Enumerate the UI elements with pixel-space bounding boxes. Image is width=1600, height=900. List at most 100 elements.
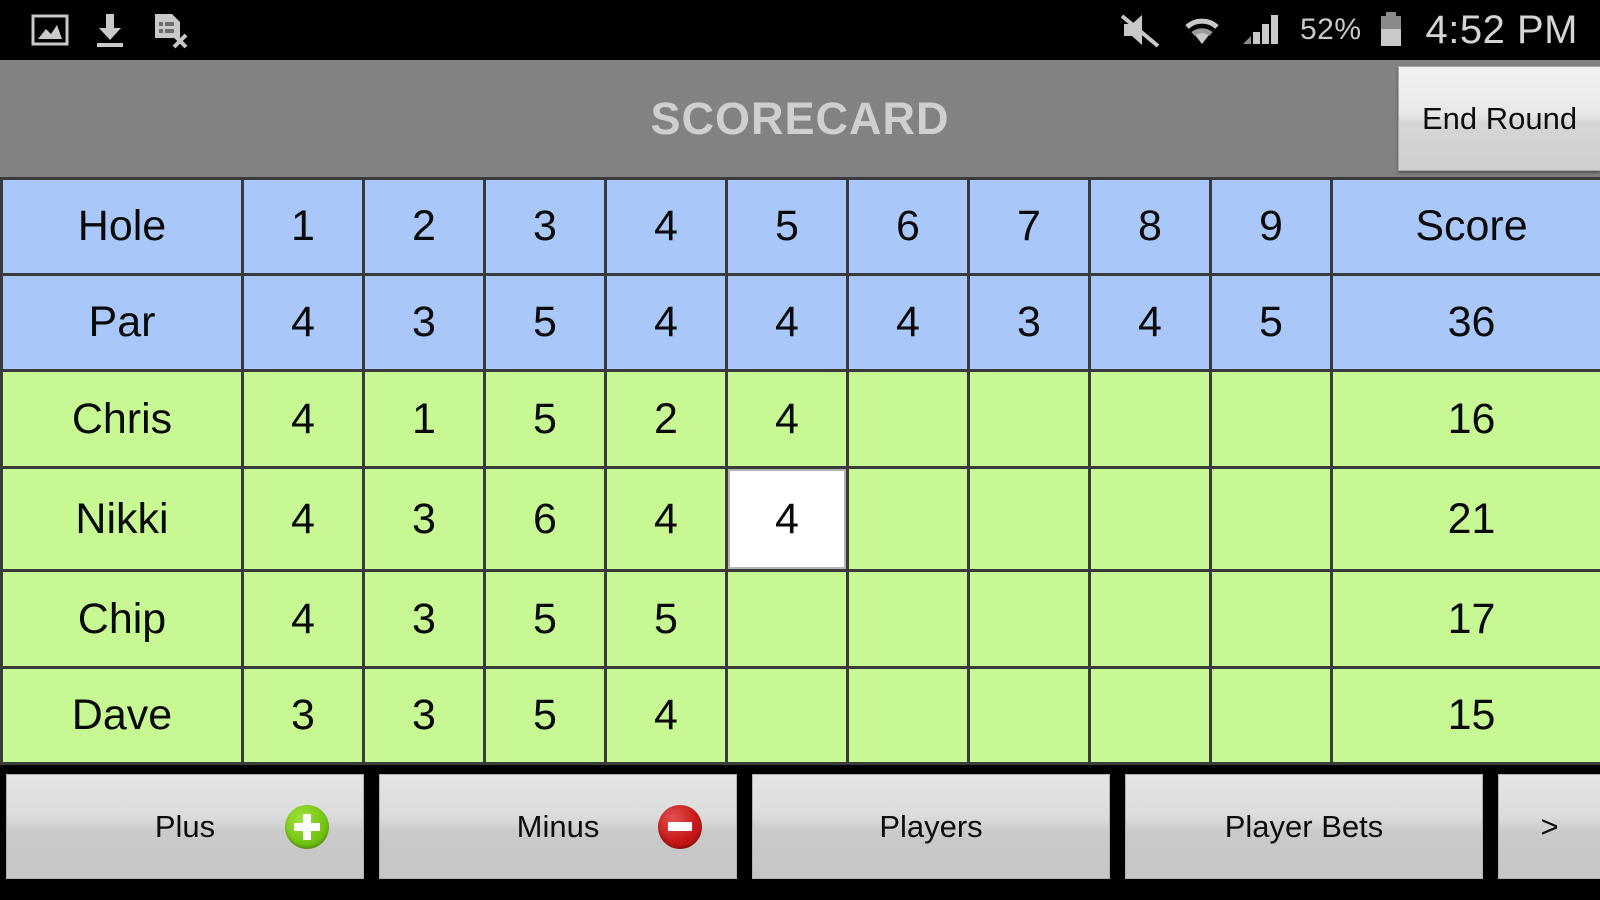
hole-number-5[interactable]: 5 (728, 180, 846, 274)
player-name-nikki[interactable]: Nikki (3, 468, 241, 570)
hole-number-6[interactable]: 6 (849, 180, 967, 274)
score-cell-dave-hole-1[interactable]: 3 (244, 668, 362, 762)
mute-icon (1120, 14, 1160, 48)
score-cell-dave-hole-5[interactable] (728, 668, 846, 762)
score-cell-chris-hole-1[interactable]: 4 (244, 372, 362, 466)
score-cell-dave-hole-2[interactable]: 3 (365, 668, 483, 762)
score-cell-nikki-hole-9[interactable] (1212, 468, 1330, 570)
score-cell-chip-hole-3[interactable]: 5 (486, 572, 604, 666)
par-cell-hole-7[interactable]: 3 (970, 276, 1088, 370)
score-cell-dave-hole-9[interactable] (1212, 668, 1330, 762)
score-cell-chip-hole-8[interactable] (1091, 572, 1209, 666)
status-bar: 52% 4:52 PM (0, 0, 1600, 60)
par-cell-hole-1[interactable]: 4 (244, 276, 362, 370)
table-row-player: Chip 4 3 5 5 17 (3, 572, 1600, 666)
score-cell-chris-hole-3[interactable]: 5 (486, 372, 604, 466)
hole-number-1[interactable]: 1 (244, 180, 362, 274)
table-row-player: Dave 3 3 5 4 15 (3, 668, 1600, 762)
score-cell-chip-hole-1[interactable]: 4 (244, 572, 362, 666)
players-button-label: Players (879, 808, 983, 844)
document-removed-icon (155, 14, 188, 49)
plus-icon-wrap (285, 804, 329, 849)
screenshot-image-icon (31, 14, 69, 46)
battery-percent-label: 52% (1299, 13, 1362, 46)
minus-button[interactable]: Minus (379, 774, 737, 879)
end-round-button[interactable]: End Round (1398, 66, 1600, 171)
score-cell-chip-hole-5[interactable] (728, 572, 846, 666)
score-cell-chip-hole-4[interactable]: 5 (607, 572, 725, 666)
table-row-hole-header: Hole 1 2 3 4 5 6 7 8 9 Score (3, 180, 1600, 274)
score-cell-nikki-hole-4[interactable]: 4 (607, 468, 725, 570)
score-cell-chris-hole-5[interactable]: 4 (728, 372, 846, 466)
player-total-chip: 17 (1333, 572, 1600, 666)
score-cell-nikki-hole-5[interactable]: 4 (728, 468, 846, 570)
score-cell-chris-hole-7[interactable] (970, 372, 1088, 466)
player-total-nikki: 21 (1333, 468, 1600, 570)
score-cell-chris-hole-4[interactable]: 2 (607, 372, 725, 466)
score-cell-nikki-hole-2[interactable]: 3 (365, 468, 483, 570)
minus-icon-wrap (658, 804, 702, 849)
bottom-button-bar: Plus Minus Players Player Bets > (0, 768, 1600, 900)
score-header-label: Score (1333, 180, 1600, 274)
plus-button[interactable]: Plus (6, 774, 364, 879)
table-row-par: Par 4 3 5 4 4 4 3 4 5 36 (3, 276, 1600, 370)
score-cell-dave-hole-3[interactable]: 5 (486, 668, 604, 762)
par-cell-hole-8[interactable]: 4 (1091, 276, 1209, 370)
status-bar-left-icons (0, 10, 190, 50)
par-cell-hole-2[interactable]: 3 (365, 276, 483, 370)
minus-circle-icon (658, 804, 702, 849)
player-total-dave: 15 (1333, 668, 1600, 762)
scorecard-table-wrap: Hole 1 2 3 4 5 6 7 8 9 Score Par 4 3 5 4 4 4 3 4 5 36 Chris 4 1 5… (0, 177, 1600, 765)
score-cell-nikki-hole-3[interactable]: 6 (486, 468, 604, 570)
score-cell-nikki-hole-8[interactable] (1091, 468, 1209, 570)
par-cell-hole-3[interactable]: 5 (486, 276, 604, 370)
score-cell-chip-hole-7[interactable] (970, 572, 1088, 666)
player-bets-button[interactable]: Player Bets (1125, 774, 1483, 879)
table-row-player: Nikki 4 3 6 4 4 21 (3, 468, 1600, 570)
par-cell-hole-5[interactable]: 4 (728, 276, 846, 370)
hole-header-label: Hole (3, 180, 241, 274)
score-cell-nikki-hole-1[interactable]: 4 (244, 468, 362, 570)
score-cell-dave-hole-8[interactable] (1091, 668, 1209, 762)
score-cell-dave-hole-7[interactable] (970, 668, 1088, 762)
scorecard-table: Hole 1 2 3 4 5 6 7 8 9 Score Par 4 3 5 4 4 4 3 4 5 36 Chris 4 1 5… (0, 177, 1600, 765)
score-cell-chip-hole-9[interactable] (1212, 572, 1330, 666)
score-cell-chip-hole-2[interactable]: 3 (365, 572, 483, 666)
par-cell-hole-9[interactable]: 5 (1212, 276, 1330, 370)
hole-number-9[interactable]: 9 (1212, 180, 1330, 274)
score-cell-nikki-hole-6[interactable] (849, 468, 967, 570)
page-title: SCORECARD (650, 92, 950, 144)
score-cell-dave-hole-4[interactable]: 4 (607, 668, 725, 762)
hole-number-3[interactable]: 3 (486, 180, 604, 274)
download-icon (97, 14, 123, 47)
par-cell-hole-6[interactable]: 4 (849, 276, 967, 370)
score-cell-chris-hole-2[interactable]: 1 (365, 372, 483, 466)
player-name-dave[interactable]: Dave (3, 668, 241, 762)
battery-icon (1380, 12, 1401, 46)
next-page-button-label: > (1540, 808, 1559, 844)
player-total-chris: 16 (1333, 372, 1600, 466)
hole-number-8[interactable]: 8 (1091, 180, 1209, 274)
hole-number-2[interactable]: 2 (365, 180, 483, 274)
hole-number-7[interactable]: 7 (970, 180, 1088, 274)
score-cell-chris-hole-8[interactable] (1091, 372, 1209, 466)
next-page-button[interactable]: > (1498, 774, 1600, 879)
wifi-icon (1185, 18, 1219, 44)
score-cell-chris-hole-6[interactable] (849, 372, 967, 466)
score-cell-nikki-hole-7[interactable] (970, 468, 1088, 570)
score-cell-chip-hole-6[interactable] (849, 572, 967, 666)
scorecard-app: 52% 4:52 PM SCORECARD End Round Hole 1 2 3 4… (0, 0, 1600, 900)
player-name-chip[interactable]: Chip (3, 572, 241, 666)
hole-number-4[interactable]: 4 (607, 180, 725, 274)
score-cell-dave-hole-6[interactable] (849, 668, 967, 762)
status-bar-clock: 4:52 PM (1425, 8, 1578, 52)
plus-button-label: Plus (154, 808, 216, 844)
app-header: SCORECARD End Round (0, 60, 1600, 177)
par-cell-hole-4[interactable]: 4 (607, 276, 725, 370)
players-button[interactable]: Players (752, 774, 1110, 879)
cellular-signal-icon (1242, 15, 1278, 44)
score-cell-chris-hole-9[interactable] (1212, 372, 1330, 466)
table-row-player: Chris 4 1 5 2 4 16 (3, 372, 1600, 466)
status-bar-right-icons: 52% 4:52 PM (1118, 10, 1600, 50)
player-name-chris[interactable]: Chris (3, 372, 241, 466)
